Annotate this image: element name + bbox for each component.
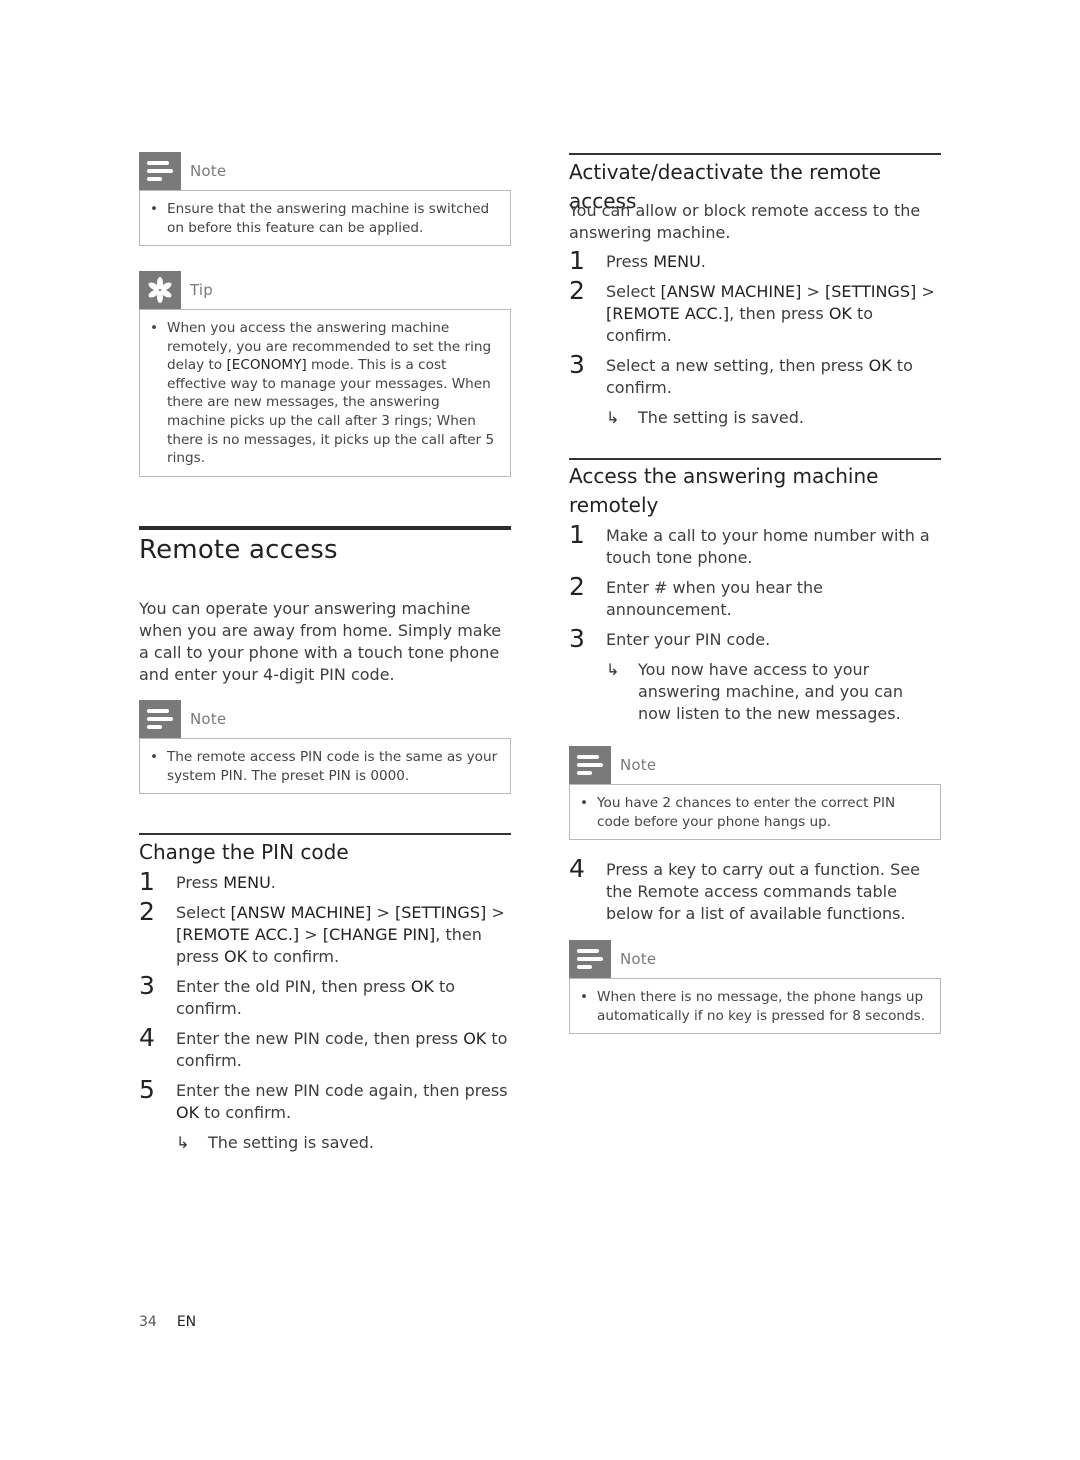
step-text: Make a call to your home number with a t… (606, 526, 930, 567)
step-text: Select a new setting, then press OK to c… (606, 356, 913, 397)
step-result: ↳ You now have access to your answering m… (606, 659, 941, 725)
page-footer: 34 EN (139, 1314, 196, 1330)
key-label: OK (410, 977, 434, 996)
result-text: The setting is saved. (208, 1133, 374, 1152)
note-icon (569, 940, 611, 978)
page-number: 34 (139, 1314, 157, 1330)
section-rule (139, 526, 511, 530)
step-result: ↳ The setting is saved. (176, 1132, 511, 1154)
step-item: 2 Enter # when you hear the announcement. (569, 572, 941, 621)
step-text: Press a key to carry out a function. See… (606, 860, 920, 923)
economy-mode-label: [ECONOMY] (226, 357, 307, 374)
step-item: 4 Enter the new PIN code, then press OK t… (139, 1023, 511, 1072)
tip-label: Tip (190, 281, 213, 299)
step-item: 3 Enter your PIN code. (569, 624, 941, 653)
step-item: 5 Enter the new PIN code again, then pres… (139, 1075, 511, 1124)
result-text: The setting is saved. (638, 408, 804, 427)
result-arrow-icon: ↳ (606, 660, 620, 679)
note-box-hangup: Note • When there is no message, the phon… (569, 940, 941, 1035)
activate-intro: You can allow or block remote access to … (569, 201, 921, 242)
note-box-chances: Note • You have 2 chances to enter the co… (569, 746, 941, 841)
note-text: You have 2 chances to enter the correct … (597, 795, 896, 830)
step-item: 3 Enter the old PIN, then press OK to con… (139, 971, 511, 1020)
tip-text: When you access the answering machine re… (167, 320, 495, 467)
step-text: Enter # when you hear the announcement. (606, 578, 824, 619)
change-pin-title: Change the PIN code (139, 840, 349, 864)
activate-steps: 1 Press MENU. 2 Select [ANSW MACHINE] > [SE… (569, 246, 941, 429)
access-title: Access the answering machine remotely (569, 464, 879, 517)
section-title: Remote access (139, 535, 338, 565)
step-item: 2 Select [ANSW MACHINE] > [SETTINGS] > [R… (139, 897, 511, 968)
key-label: OK (463, 1029, 487, 1048)
key-label: MENU (223, 873, 271, 892)
note-box-pin: Note • The remote access PIN code is the … (139, 700, 511, 795)
step-number: 3 (569, 350, 585, 379)
step-number: 1 (139, 867, 155, 896)
result-arrow-icon: ↳ (176, 1133, 190, 1152)
step-number: 2 (569, 572, 585, 601)
key-label: MENU (653, 252, 701, 271)
step-number: 3 (139, 971, 155, 1000)
note-text: Ensure that the answering machine is swi… (167, 201, 490, 236)
result-text: You now have access to your answering ma… (638, 660, 903, 723)
result-arrow-icon: ↳ (606, 408, 620, 427)
step-text: Press MENU. (606, 252, 706, 271)
key-label: [REMOTE ACC.] (176, 925, 300, 944)
access-step-4: 4 Press a key to carry out a function. S… (569, 854, 941, 933)
change-pin-steps: 1 Press MENU. 2 Select [ANSW MACHINE] > [SE… (139, 867, 511, 1154)
access-steps: 1 Make a call to your home number with a … (569, 520, 941, 725)
step-number: 5 (139, 1075, 155, 1104)
step-item: 1 Make a call to your home number with a … (569, 520, 941, 569)
step-text: Press MENU. (176, 873, 276, 892)
subsection-rule (569, 458, 941, 460)
step-text: Enter the new PIN code, then press OK to… (176, 1029, 508, 1070)
note-label: Note (190, 162, 227, 180)
key-label: OK (868, 356, 892, 375)
step-text: Enter the old PIN, then press OK to conf… (176, 977, 456, 1018)
note-label: Note (620, 950, 657, 968)
step-text: Enter your PIN code. (606, 630, 771, 649)
key-label: [SETTINGS] (394, 903, 487, 922)
note-text: When there is no message, the phone hang… (597, 989, 926, 1024)
tip-icon (139, 271, 181, 309)
subsection-rule (569, 153, 941, 155)
note-label: Note (190, 710, 227, 728)
key-label: [ANSW MACHINE] (660, 282, 802, 301)
step-number: 3 (569, 624, 585, 653)
step-number: 4 (569, 854, 585, 883)
note-icon (139, 700, 181, 738)
step-number: 2 (139, 897, 155, 926)
key-label: OK (828, 304, 852, 323)
note-text: The remote access PIN code is the same a… (167, 749, 498, 784)
step-text: Select [ANSW MACHINE] > [SETTINGS] > [RE… (606, 282, 935, 345)
subsection-rule (139, 833, 511, 835)
step-result: ↳ The setting is saved. (606, 407, 941, 429)
note-box-switch-on: Note • Ensure that the answering machine … (139, 152, 511, 247)
note-icon (139, 152, 181, 190)
step-item: 1 Press MENU. (139, 867, 511, 896)
intro-paragraph: You can operate your answering machine w… (139, 599, 502, 684)
step-item: 2 Select [ANSW MACHINE] > [SETTINGS] > [R… (569, 276, 941, 347)
step-number: 1 (569, 520, 585, 549)
tip-box: Tip • When you access the answering machi… (139, 271, 511, 477)
key-label: [SETTINGS] (824, 282, 917, 301)
key-label: OK (176, 1103, 200, 1122)
step-number: 4 (139, 1023, 155, 1052)
key-label: OK (223, 947, 248, 966)
step-number: 2 (569, 276, 585, 305)
note-label: Note (620, 756, 657, 774)
note-icon (569, 746, 611, 784)
key-label: [ANSW MACHINE] (230, 903, 372, 922)
key-label: [CHANGE PIN] (322, 925, 436, 944)
step-number: 1 (569, 246, 585, 275)
step-text: Select [ANSW MACHINE] > [SETTINGS] > [RE… (176, 903, 505, 966)
step-item: 1 Press MENU. (569, 246, 941, 275)
step-text: Enter the new PIN code again, then press… (176, 1081, 508, 1122)
step-item: 3 Select a new setting, then press OK to … (569, 350, 941, 399)
key-label: [REMOTE ACC.] (606, 304, 730, 323)
language-code: EN (176, 1314, 197, 1330)
